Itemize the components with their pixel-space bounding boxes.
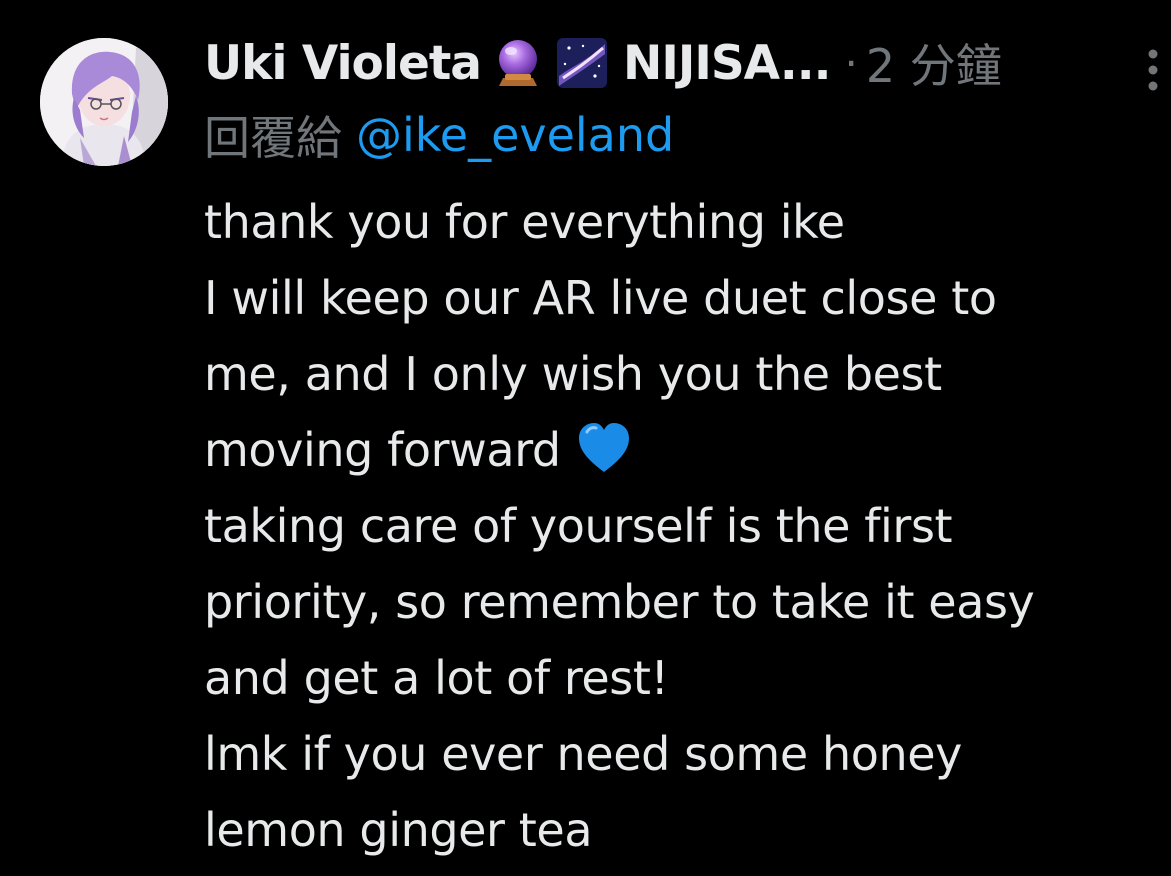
tweet-text-line: me, and I only wish you the best (204, 347, 942, 401)
tweet-text-line: I will keep our AR live duet close to (204, 271, 997, 325)
reply-context: 回覆給 @ike_eveland (204, 100, 674, 170)
reply-prefix: 回覆給 (204, 111, 342, 165)
tweet-text-line: priority, so remember to take it easy (204, 575, 1035, 629)
avatar[interactable] (40, 38, 168, 166)
more-icon (1148, 49, 1158, 91)
tweet-text-line: lemon ginger tea (204, 803, 593, 857)
tweet-text-line: and get a lot of rest! (204, 651, 669, 705)
tweet-header: Uki Violeta NIJISA... · 2 分鐘 (204, 28, 1144, 98)
tweet-text-line: lmk if you ever need some honey (204, 727, 962, 781)
tweet-text-line: taking care of yourself is the first (204, 499, 953, 553)
more-options-button[interactable] (1136, 38, 1170, 98)
reply-mention-link[interactable]: @ike_eveland (356, 108, 674, 162)
author-name-group[interactable]: Uki Violeta NIJISA... (204, 36, 831, 91)
tweet-timestamp[interactable]: 2 分鐘 (866, 30, 1002, 96)
tweet-text-line: thank you for everything ike (204, 195, 845, 249)
author-display-name[interactable]: Uki Violeta (204, 36, 482, 91)
tweet-text-fragment: moving forward (204, 423, 561, 477)
blue-heart-icon (573, 418, 635, 480)
separator-dot: · (844, 38, 858, 88)
tweet-text-line-with-emoji: moving forward (204, 412, 1164, 488)
author-name-truncated[interactable]: NIJISA... (623, 36, 831, 91)
tweet-text: thank you for everything ike I will keep… (204, 184, 1164, 868)
tweet[interactable]: Uki Violeta NIJISA... · 2 分鐘 回覆給 @ike_ev… (0, 0, 1171, 876)
milky-way-icon (555, 36, 609, 90)
crystal-ball-icon (491, 36, 545, 90)
